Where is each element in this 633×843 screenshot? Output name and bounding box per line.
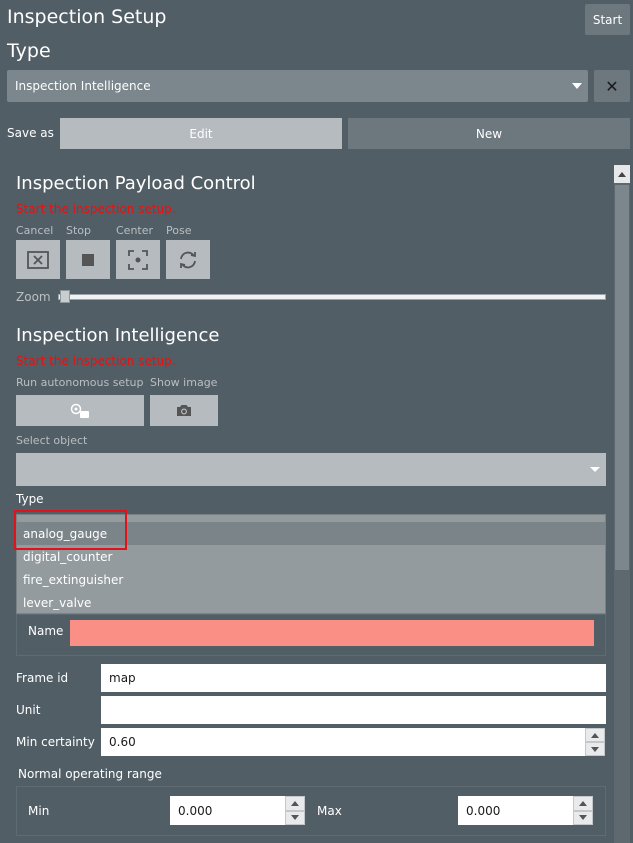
type-heading: Type bbox=[7, 40, 51, 62]
stop-label: Stop bbox=[66, 224, 92, 237]
arrow-down-icon bbox=[579, 815, 587, 821]
camera-icon bbox=[177, 405, 191, 416]
arrow-up-icon bbox=[591, 732, 599, 738]
cancel-button[interactable] bbox=[16, 240, 60, 279]
type-select[interactable]: Inspection Intelligence bbox=[7, 70, 588, 102]
zoom-slider[interactable] bbox=[58, 294, 606, 300]
edit-button[interactable]: Edit bbox=[60, 118, 342, 149]
payload-status-text: Start the inspection setup. bbox=[16, 202, 176, 216]
zoom-label: Zoom bbox=[16, 290, 51, 304]
dropdown-option-lever-valve[interactable]: lever_valve bbox=[17, 591, 605, 614]
frame-id-label: Frame id bbox=[16, 671, 69, 685]
selection-highlight-box bbox=[14, 510, 127, 550]
dropdown-option-fire-extinguisher[interactable]: fire_extinguisher bbox=[17, 568, 605, 591]
sync-arrows-icon bbox=[180, 251, 196, 268]
unit-label: Unit bbox=[16, 703, 41, 717]
arrow-down-icon bbox=[591, 746, 599, 752]
operating-range-label: Normal operating range bbox=[18, 767, 162, 781]
min-spinner[interactable] bbox=[285, 796, 305, 825]
name-input[interactable] bbox=[70, 620, 594, 646]
increment-button[interactable] bbox=[573, 796, 593, 811]
show-image-label: Show image bbox=[150, 376, 218, 389]
object-type-label: Type bbox=[16, 492, 44, 506]
start-button[interactable]: Start bbox=[585, 4, 630, 35]
intelligence-status-text: Start the inspection setup. bbox=[16, 354, 176, 368]
name-label: Name bbox=[28, 624, 64, 638]
arrow-down-icon bbox=[291, 815, 299, 821]
select-object-dropdown[interactable] bbox=[16, 453, 606, 486]
zoom-slider-handle[interactable] bbox=[60, 290, 70, 303]
center-button[interactable] bbox=[116, 240, 160, 279]
run-autonomous-label: Run autonomous setup bbox=[16, 376, 144, 389]
close-button[interactable]: ✕ bbox=[594, 70, 630, 102]
intelligence-heading: Inspection Intelligence bbox=[16, 325, 220, 346]
frame-id-input[interactable]: map bbox=[101, 664, 606, 692]
min-certainty-input[interactable]: 0.60 bbox=[101, 728, 585, 756]
pose-button[interactable] bbox=[166, 240, 210, 279]
cancel-label: Cancel bbox=[16, 224, 54, 237]
decrement-button[interactable] bbox=[285, 810, 305, 825]
scrollbar-thumb[interactable] bbox=[615, 185, 629, 570]
stop-square-icon bbox=[82, 253, 94, 266]
pose-label: Pose bbox=[166, 224, 192, 237]
chevron-down-icon bbox=[590, 467, 600, 472]
increment-button[interactable] bbox=[585, 728, 605, 742]
page-title: Inspection Setup bbox=[7, 6, 167, 28]
decrement-button[interactable] bbox=[585, 742, 605, 756]
center-label: Center bbox=[116, 224, 154, 237]
chevron-down-icon bbox=[572, 83, 582, 89]
arrow-up-icon bbox=[618, 171, 626, 177]
center-focus-icon bbox=[128, 249, 148, 270]
min-certainty-spinner[interactable] bbox=[585, 728, 605, 756]
arrow-up-icon bbox=[291, 800, 299, 806]
arrow-up-icon bbox=[579, 800, 587, 806]
min-input[interactable]: 0.000 bbox=[170, 796, 285, 825]
cancel-x-icon bbox=[27, 250, 49, 269]
max-label: Max bbox=[317, 804, 342, 818]
max-spinner[interactable] bbox=[573, 796, 593, 825]
show-image-button[interactable] bbox=[150, 395, 218, 426]
run-autonomous-button[interactable] bbox=[16, 395, 144, 426]
unit-input[interactable] bbox=[101, 696, 606, 724]
min-certainty-label: Min certainty bbox=[16, 735, 95, 749]
type-select-value: Inspection Intelligence bbox=[15, 79, 151, 93]
stop-button[interactable] bbox=[66, 240, 110, 279]
new-button[interactable]: New bbox=[348, 118, 630, 149]
payload-control-heading: Inspection Payload Control bbox=[16, 173, 256, 194]
min-label: Min bbox=[28, 804, 50, 818]
save-as-label: Save as bbox=[7, 126, 54, 140]
decrement-button[interactable] bbox=[573, 810, 593, 825]
scroll-up-button[interactable] bbox=[614, 165, 630, 183]
increment-button[interactable] bbox=[285, 796, 305, 811]
autonomous-setup-icon bbox=[70, 403, 89, 418]
select-object-label: Select object bbox=[16, 434, 88, 447]
max-input[interactable]: 0.000 bbox=[458, 796, 573, 825]
